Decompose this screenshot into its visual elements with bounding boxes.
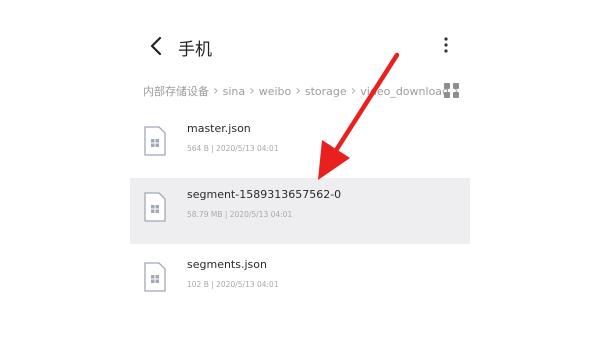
file-row-segment[interactable]: segment-1589313657562-0 58.79 MB | 2020/… [130, 178, 470, 244]
breadcrumb-item-video-download[interactable]: video_download [360, 85, 449, 98]
chevron-right-icon: › [295, 83, 301, 99]
file-icon [144, 262, 166, 292]
file-name: segment-1589313657562-0 [187, 188, 342, 201]
file-meta: 102 B | 2020/5/13 04:01 [187, 280, 279, 289]
file-name: master.json [187, 122, 251, 135]
breadcrumb-item-sina[interactable]: sina [223, 85, 246, 98]
chevron-right-icon: › [213, 83, 219, 99]
file-icon [144, 192, 166, 222]
more-options-button[interactable] [438, 35, 454, 55]
breadcrumb-item-internal-storage[interactable]: 内部存储设备 [143, 83, 209, 99]
file-icon [144, 126, 166, 156]
breadcrumb: 内部存储设备 › sina › weibo › storage › video_… [143, 81, 463, 101]
file-row-segments-json[interactable]: segments.json 102 B | 2020/5/13 04:01 [130, 248, 470, 314]
page-title: 手机 [178, 40, 212, 60]
file-name: segments.json [187, 258, 267, 271]
grid-view-icon[interactable] [444, 83, 460, 99]
file-row-master-json[interactable]: master.json 564 B | 2020/5/13 04:01 [130, 112, 470, 178]
file-meta: 58.79 MB | 2020/5/13 04:01 [187, 210, 293, 219]
file-meta: 564 B | 2020/5/13 04:01 [187, 144, 279, 153]
chevron-right-icon: › [350, 83, 357, 99]
app-header: 手机 [0, 0, 600, 80]
more-vertical-icon [444, 37, 448, 53]
chevron-right-icon: › [249, 83, 255, 99]
breadcrumb-item-storage[interactable]: storage [305, 85, 347, 98]
chevron-left-icon [150, 36, 162, 56]
back-button[interactable] [146, 33, 168, 59]
breadcrumb-item-weibo[interactable]: weibo [259, 85, 292, 98]
